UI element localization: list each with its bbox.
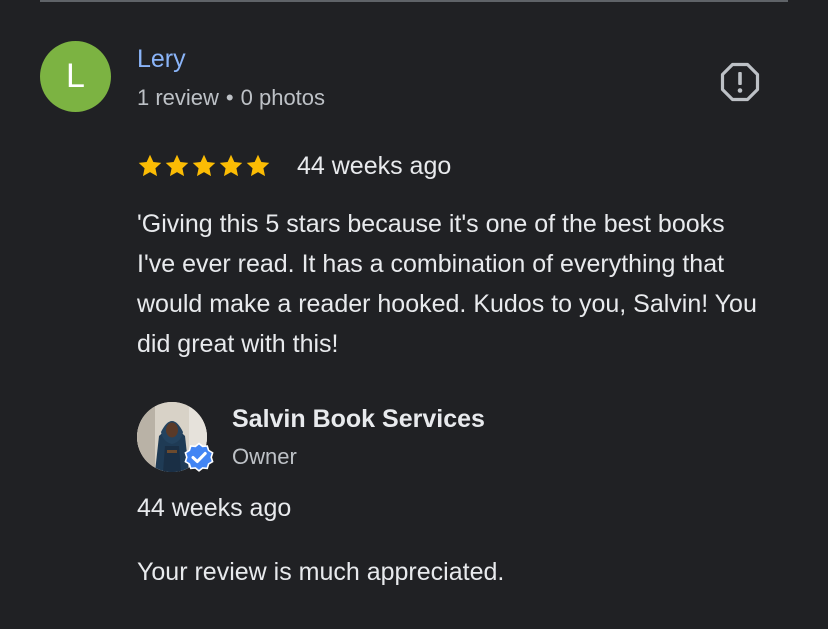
star-rating bbox=[137, 153, 271, 179]
meta-separator: • bbox=[225, 85, 234, 110]
report-button[interactable] bbox=[719, 61, 761, 103]
review-text: 'Giving this 5 stars because it's one of… bbox=[137, 210, 757, 358]
star-icon bbox=[192, 154, 216, 177]
review-time: 44 weeks ago bbox=[297, 151, 452, 180]
star-icon bbox=[138, 154, 162, 177]
owner-name[interactable]: Salvin Book Services bbox=[232, 404, 485, 434]
photo-count: 0 photos bbox=[240, 85, 326, 110]
star-icon bbox=[246, 154, 270, 177]
star-icon bbox=[219, 154, 243, 177]
verified-check-icon bbox=[184, 442, 214, 472]
top-divider bbox=[40, 0, 788, 2]
star-icon bbox=[165, 154, 189, 177]
owner-role: Owner bbox=[232, 444, 297, 469]
reply-time: 44 weeks ago bbox=[137, 494, 292, 522]
report-flag-icon bbox=[720, 62, 760, 102]
reviewer-meta: 1 review • 0 photos bbox=[137, 84, 325, 112]
reviewer-avatar[interactable]: L bbox=[40, 41, 111, 112]
review-card: L Lery 1 review • 0 photos 44 weeks ago 'G… bbox=[0, 0, 828, 629]
reply-text: Your review is much appreciated. bbox=[137, 558, 505, 586]
rating-row: 44 weeks ago bbox=[137, 150, 451, 182]
avatar-initial: L bbox=[66, 57, 85, 95]
review-count: 1 review bbox=[137, 85, 219, 110]
owner-avatar[interactable] bbox=[137, 402, 214, 472]
reviewer-name[interactable]: Lery bbox=[137, 44, 186, 74]
